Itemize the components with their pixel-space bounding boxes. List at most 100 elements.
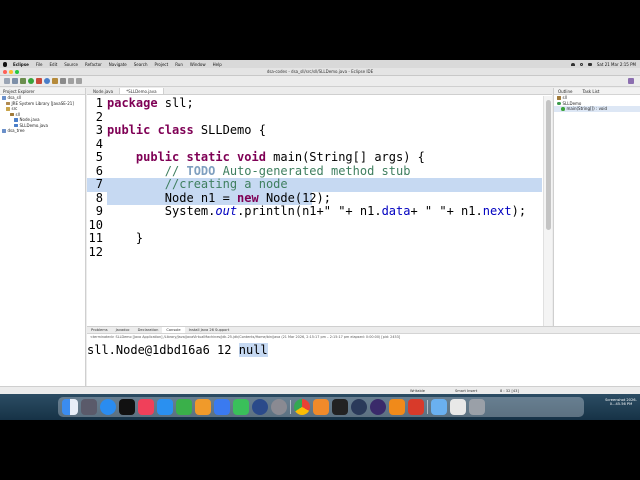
outline-item-label: main(String[]) : void [566, 106, 608, 111]
editor-scrollbar[interactable] [543, 96, 552, 326]
wifi-icon[interactable] [570, 62, 575, 66]
open-type-icon[interactable] [52, 78, 58, 84]
code-line: 10 [87, 217, 542, 233]
code-line: 2 [87, 109, 542, 125]
class-icon [557, 101, 561, 105]
project-explorer-tab[interactable]: Project Explorer [0, 88, 85, 95]
tab-install-java[interactable]: Install Java 26 Support [185, 327, 234, 333]
search-tool-icon[interactable] [60, 78, 66, 84]
tab-javadoc[interactable]: Javadoc [112, 327, 134, 333]
eclipse-icon[interactable] [370, 399, 386, 415]
menu-refactor[interactable]: Refactor [85, 62, 102, 67]
pages-icon[interactable] [195, 399, 211, 415]
method-icon [561, 107, 565, 111]
menu-eclipse[interactable]: Eclipse [13, 62, 29, 67]
outline-tabs: Outline Task List [554, 88, 640, 95]
line-number: 2 [95, 109, 103, 124]
menu-help[interactable]: Help [213, 62, 222, 67]
code-text: } [107, 231, 144, 245]
code-line: 3 public class SLLDemo { [87, 123, 542, 138]
zoom-window-button[interactable] [15, 70, 19, 74]
menu-source[interactable]: Source [64, 62, 78, 67]
status-bar: Writable Smart Insert 8 : 32 [43] [0, 386, 640, 394]
vlc-icon[interactable] [389, 399, 405, 415]
tree-item-project[interactable]: dsa_tree [0, 128, 85, 134]
numbers-icon[interactable] [176, 399, 192, 415]
safari-icon[interactable] [100, 399, 116, 415]
chrome-icon[interactable] [294, 399, 310, 415]
save-icon[interactable] [12, 78, 18, 84]
eclipse-window: dsa-codes - dsa_sll/src/sll/SLLDemo.java… [0, 68, 640, 394]
line-number: 4 [95, 136, 103, 151]
status-insert-mode: Smart Insert [455, 389, 478, 393]
stop-icon[interactable] [36, 78, 42, 84]
terminal-icon[interactable] [332, 399, 348, 415]
search-icon[interactable] [579, 62, 583, 66]
tab-outline[interactable]: Outline [558, 88, 572, 94]
menu-edit[interactable]: Edit [50, 62, 58, 67]
perspective-icon[interactable] [628, 78, 634, 84]
console-output-text: sll.Node@1dbd16a6 12 [87, 343, 239, 357]
music-icon[interactable] [138, 399, 154, 415]
code-editor[interactable]: 1 package sll; 2 3 public class SLLDemo { … [87, 96, 552, 326]
window-title: dsa-codes - dsa_sll/src/sll/SLLDemo.java… [266, 69, 374, 74]
control-center-icon[interactable] [587, 62, 592, 66]
menu-window[interactable]: Window [190, 62, 206, 67]
screenshot-file-label[interactable]: Screenshot 2026-0...45.56 PM [604, 398, 638, 406]
menu-clock[interactable]: Sat 21 Mar 2:15 PM [597, 62, 636, 67]
tab-problems[interactable]: Problems [87, 327, 112, 333]
dock [58, 397, 584, 417]
code-line: 12 [87, 245, 542, 260]
apple-icon[interactable] [3, 61, 7, 67]
menu-bar-status: Sat 21 Mar 2:15 PM [570, 60, 636, 68]
tab-declaration[interactable]: Declaration [134, 327, 163, 333]
documents-folder-icon[interactable] [450, 399, 466, 415]
keynote-icon[interactable] [214, 399, 230, 415]
mac-menu-bar: Eclipse File Edit Source Refactor Naviga… [0, 60, 640, 68]
outline-panel: Outline Task List sll SLLDemo main(Strin… [553, 88, 640, 326]
finder-icon[interactable] [62, 399, 78, 415]
tab-task-list[interactable]: Task List [582, 88, 599, 94]
tab-console[interactable]: Console [162, 327, 185, 333]
code-line: 5 public static void main(String[] args)… [87, 150, 542, 165]
project-explorer: Project Explorer dsa_sll JRE System Libr… [0, 88, 86, 394]
status-writable: Writable [410, 389, 425, 393]
forward-icon[interactable] [76, 78, 82, 84]
editor-tab-node[interactable]: Node.java [87, 88, 121, 94]
quicktime-icon[interactable] [252, 399, 268, 415]
menu-run[interactable]: Run [175, 62, 183, 67]
editor-tab-slldemo[interactable]: *SLLDemo.java [120, 88, 164, 94]
tv-icon[interactable] [119, 399, 135, 415]
close-window-button[interactable] [3, 70, 7, 74]
menu-project[interactable]: Project [155, 62, 169, 67]
line-number: 5 [95, 150, 103, 164]
console-output[interactable]: sll.Node@1dbd16a6 12 null [87, 343, 268, 357]
facetime-icon[interactable] [233, 399, 249, 415]
menu-search[interactable]: Search [134, 62, 148, 67]
console-area: Problems Javadoc Declaration Console Ins… [87, 326, 640, 386]
launchpad-icon[interactable] [81, 399, 97, 415]
line-number: 10 [88, 217, 103, 232]
code-line: 6 // TODO Auto-generated method stub [87, 164, 542, 179]
library-icon [6, 101, 10, 105]
back-icon[interactable] [68, 78, 74, 84]
menu-navigate[interactable]: Navigate [109, 62, 127, 67]
scrollbar-thumb[interactable] [546, 100, 551, 230]
run-icon[interactable] [28, 78, 34, 84]
new-icon[interactable] [4, 78, 10, 84]
menu-file[interactable]: File [36, 62, 43, 67]
app-store-icon[interactable] [157, 399, 173, 415]
debug-icon[interactable] [20, 78, 26, 84]
downloads-folder-icon[interactable] [431, 399, 447, 415]
dsa-codes-icon[interactable] [408, 399, 424, 415]
new-class-icon[interactable] [44, 78, 50, 84]
minimize-window-button[interactable] [9, 70, 13, 74]
outline-item-method[interactable]: main(String[]) : void [554, 106, 640, 112]
sublime-icon[interactable] [313, 399, 329, 415]
line-number: 3 [95, 123, 103, 137]
activity-monitor-icon[interactable] [351, 399, 367, 415]
code-text: package sll; [107, 96, 194, 110]
settings-icon[interactable] [271, 399, 287, 415]
line-number: 1 [95, 96, 103, 110]
trash-icon[interactable] [469, 399, 485, 415]
